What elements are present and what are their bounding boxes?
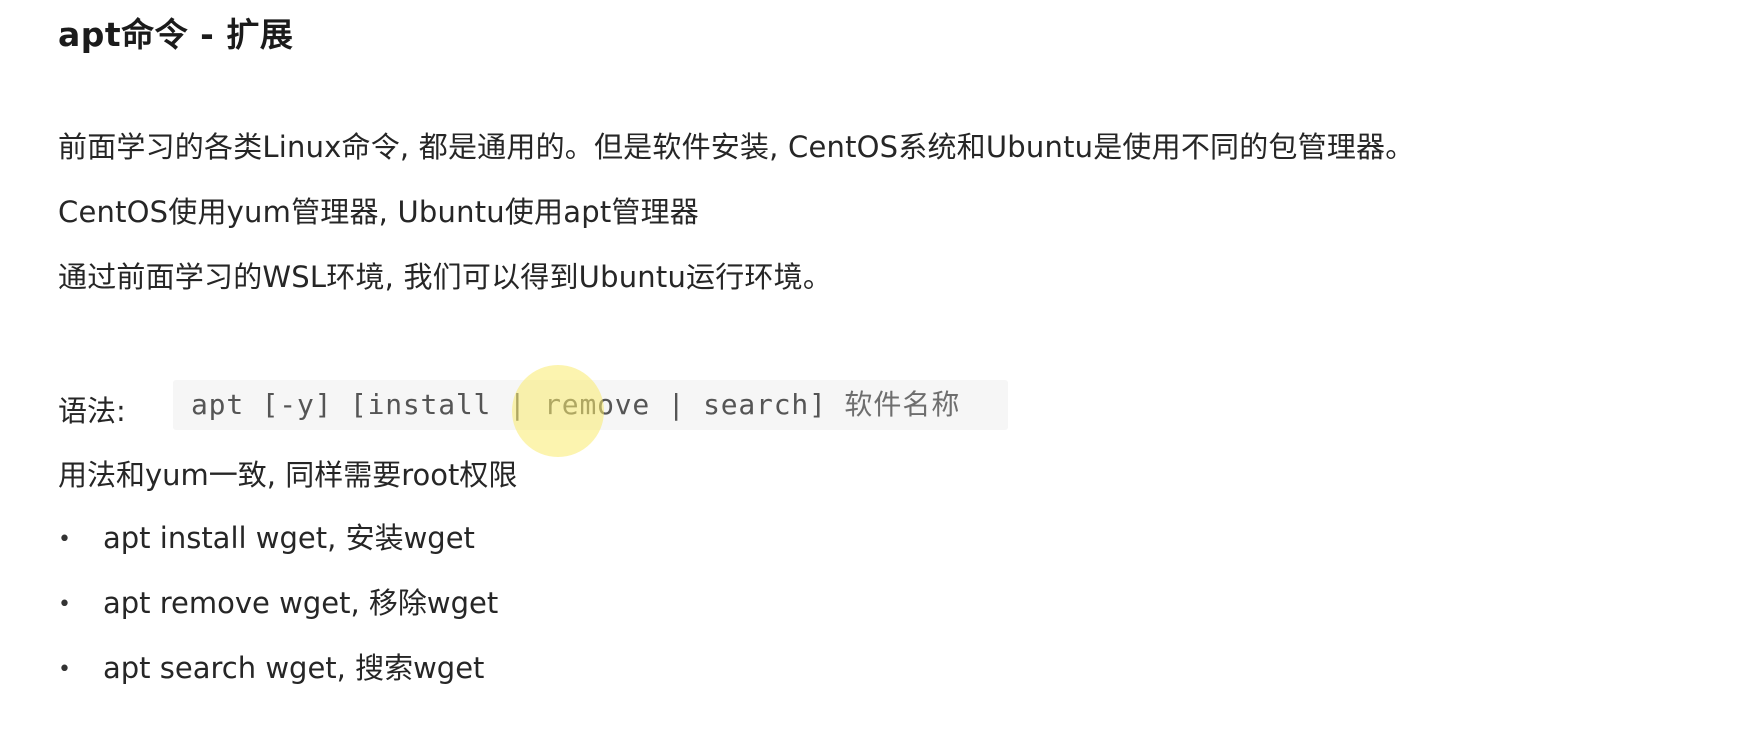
syntax-code-argument: 软件名称 <box>844 388 961 421</box>
syntax-code-block: apt [-y] [install | remove | search] 软件名… <box>173 380 1008 430</box>
bullet-icon: • <box>58 527 71 552</box>
section-heading: apt命令 - 扩展 <box>58 15 294 54</box>
syntax-label: 语法: <box>58 394 126 428</box>
paragraph-intro: 前面学习的各类Linux命令, 都是通用的。但是软件安装, CentOS系统和U… <box>58 130 1415 164</box>
document-page: apt命令 - 扩展 前面学习的各类Linux命令, 都是通用的。但是软件安装,… <box>58 0 1698 739</box>
usage-note: 用法和yum一致, 同样需要root权限 <box>58 458 518 492</box>
list-item-text: apt install wget, 安装wget <box>103 521 475 555</box>
list-item-text: apt search wget, 搜索wget <box>103 651 485 685</box>
syntax-code: apt [-y] [install | remove | search] <box>191 388 827 421</box>
paragraph-package-managers: CentOS使用yum管理器, Ubuntu使用apt管理器 <box>58 195 699 229</box>
bullet-icon: • <box>58 592 71 617</box>
list-item-text: apt remove wget, 移除wget <box>103 586 499 620</box>
bullet-icon: • <box>58 657 71 682</box>
paragraph-wsl: 通过前面学习的WSL环境, 我们可以得到Ubuntu运行环境。 <box>58 260 833 294</box>
